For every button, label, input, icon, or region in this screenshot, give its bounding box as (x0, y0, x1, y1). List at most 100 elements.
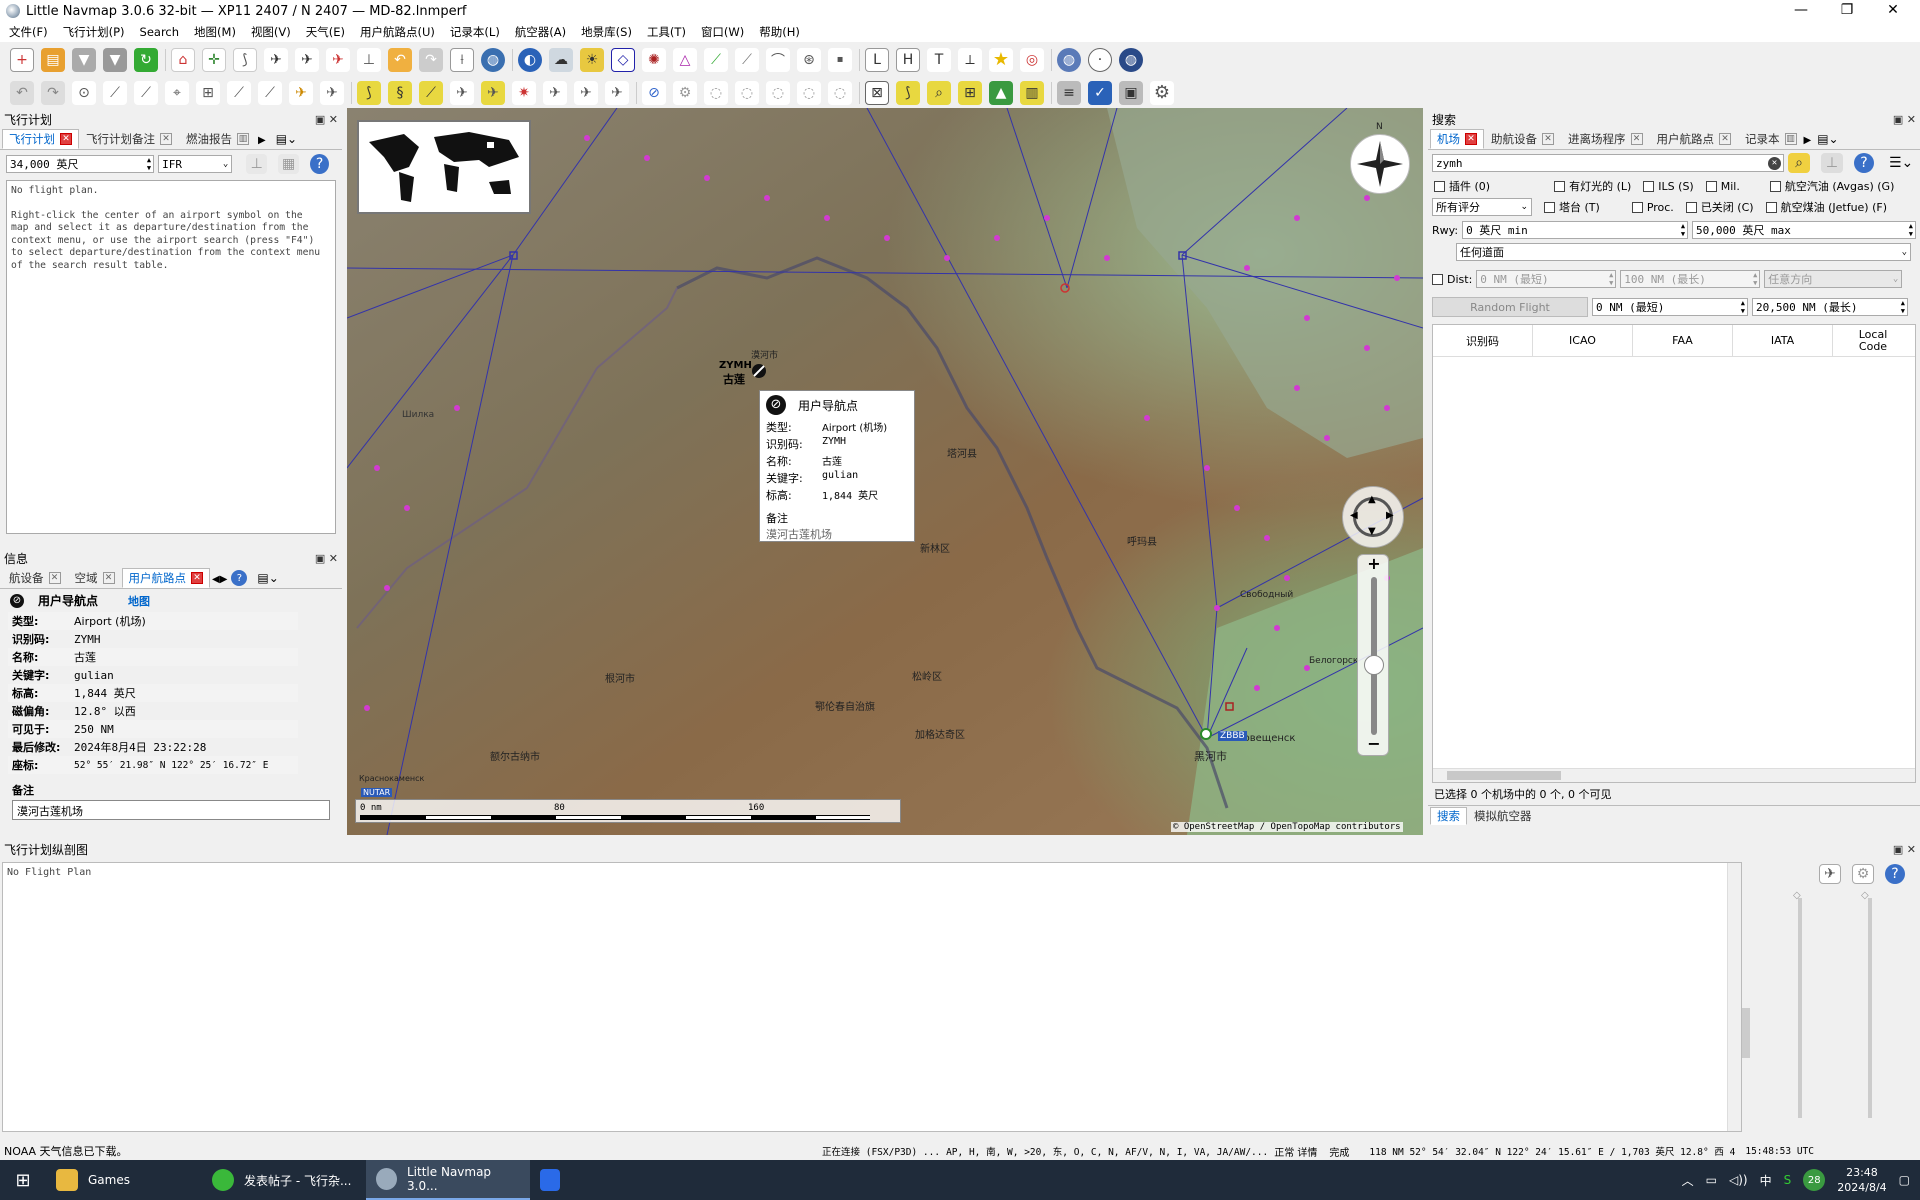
runway-min-input[interactable]: 0 英尺 min ▲ ▼ (1462, 221, 1689, 239)
scrollbar-thumb[interactable] (1447, 771, 1561, 780)
altitude-adjust-icon[interactable]: ⊥ (246, 154, 268, 174)
tab-userpoints[interactable]: 用户航路点 ✕ (121, 568, 210, 588)
random-min-input[interactable]: 0 NM (最短) ▲ ▼ (1592, 298, 1748, 316)
close-icon[interactable]: ✕ (1465, 133, 1477, 145)
vertical-scrollbar[interactable] (1727, 863, 1741, 1131)
splitter-handle[interactable] (1742, 1008, 1750, 1058)
plane-7-icon[interactable]: ✈ (605, 80, 629, 105)
sun-icon[interactable]: ☀ (580, 47, 604, 72)
taskbar-item-browser[interactable]: 发表帖子 - 飞行杂... (202, 1160, 366, 1200)
help-icon[interactable]: ? (1885, 864, 1905, 884)
tab-menu-icon[interactable]: ▤⌄ (276, 132, 297, 146)
altitude-icon[interactable]: ⟂ (958, 47, 982, 72)
tab-flight-plan[interactable]: 飞行计划 ✕ (2, 129, 79, 149)
menu-map[interactable]: 地图(M) (194, 24, 236, 40)
surface-select[interactable]: 任何道面 ⌄ (1456, 243, 1911, 261)
plane-4-icon[interactable]: ✈ (481, 80, 505, 105)
checkbox-box[interactable] (1432, 273, 1443, 285)
windows-start-icon[interactable]: ⊞ (0, 1160, 46, 1200)
route-curve-icon[interactable]: § (388, 80, 412, 105)
circle-a-icon[interactable]: ◌ (704, 80, 728, 105)
tab-menu-icon[interactable]: ▤⌄ (257, 571, 278, 585)
slider-2-handle-icon[interactable]: ◇ (1861, 890, 1869, 901)
volume-icon[interactable]: ◁)) (1729, 1173, 1748, 1187)
low-airway-icon[interactable]: L (865, 47, 889, 72)
tab-scroll-right-icon[interactable]: ▶ (258, 135, 266, 146)
maximize-button[interactable]: ❐ (1824, 0, 1870, 22)
tab-logbook[interactable]: 记录本 ▥ (1738, 129, 1804, 149)
settings-gear-icon[interactable]: ⚙ (1150, 80, 1174, 105)
select-icon[interactable]: ⌖ (165, 80, 189, 105)
tab-scroll-icon[interactable]: ◀▶ (212, 574, 227, 585)
save-icon[interactable]: ▼ (72, 47, 96, 72)
column-header-faa[interactable]: FAA (1633, 325, 1733, 356)
tab-navaids[interactable]: 助航设备 ✕ (1484, 129, 1561, 149)
orbit-icon[interactable]: ⊘ (642, 80, 666, 105)
settings-icon[interactable]: ⚙ (1852, 864, 1874, 884)
menu-file[interactable]: 文件(F) (9, 24, 48, 40)
ils-checkbox[interactable]: ILS (S) (1643, 180, 1694, 193)
favorite-star-icon[interactable]: ★ (989, 47, 1013, 72)
close-icon[interactable]: ✕ (48, 572, 61, 584)
spin-icon[interactable]: ▲ ▼ (1753, 271, 1759, 287)
tab-flight-plan-notes[interactable]: 飞行计划备注 ✕ (79, 129, 179, 149)
circle-e-icon[interactable]: ◌ (828, 80, 852, 105)
weather-icon[interactable]: ☁ (549, 47, 573, 72)
bottom-tab-search[interactable]: 搜索 (1430, 807, 1467, 825)
distance-max-input[interactable]: 100 NM (最长) ▲ ▼ (1620, 270, 1761, 288)
tab-fuel-report[interactable]: 燃油报告 ▥ (179, 129, 256, 149)
circle-b-icon[interactable]: ◌ (735, 80, 759, 105)
checkbox-box[interactable] (1705, 180, 1717, 192)
plane-orange-icon[interactable]: ✈ (289, 80, 313, 105)
procedure-2-icon[interactable]: ▪ (828, 47, 852, 72)
help-icon[interactable]: ? (310, 154, 330, 174)
tab-procedures[interactable]: 进离场程序 ✕ (1561, 129, 1650, 149)
menu-window[interactable]: 窗口(W) (701, 24, 744, 40)
map-label-zymh[interactable]: ZYMH (719, 360, 752, 371)
jetfuel-checkbox[interactable]: 航空煤油 (Jetfue) (F) (1765, 199, 1887, 215)
undo-icon[interactable]: ↶ (10, 80, 34, 105)
close-icon[interactable]: ✕ (1719, 133, 1731, 145)
checkbox-box[interactable] (1434, 180, 1445, 192)
dock-controls[interactable]: ▣ ✕ (315, 113, 338, 126)
compass-rose-icon[interactable]: ✷ (512, 80, 536, 105)
menu-logbook[interactable]: 记录本(L) (450, 24, 500, 40)
high-airway-icon[interactable]: H (896, 47, 920, 72)
close-icon[interactable]: ✕ (191, 572, 203, 584)
tab-userpoints[interactable]: 用户航路点 ✕ (1650, 129, 1739, 149)
map-view[interactable]: ZYMH 古莲 漠河市 塔河县 新林区 呼玛县 松岭区 加格达奇区 根河市 额尔… (347, 108, 1423, 835)
tab-menu-icon[interactable]: ▤⌄ (1817, 132, 1838, 146)
compass-icon[interactable]: ◐ (518, 47, 542, 72)
spin-icon[interactable]: ▲ ▼ (1609, 271, 1615, 287)
close-icon[interactable]: ✕ (102, 572, 115, 584)
reset-icon[interactable]: ⊥ (1821, 153, 1843, 173)
vertical-slider-1[interactable] (1798, 898, 1802, 1118)
clear-search-icon[interactable]: ✕ (1768, 156, 1781, 170)
expand-icon[interactable]: ✈ (1819, 864, 1841, 884)
menu-tools[interactable]: 工具(T) (647, 24, 686, 40)
panel-icon[interactable]: ▥ (1020, 80, 1044, 105)
center-icon[interactable]: ✛ (202, 47, 226, 72)
lighted-checkbox[interactable]: 有灯光的 (L) (1554, 178, 1631, 194)
dock-controls[interactable]: ▣ ✕ (1893, 113, 1916, 126)
column-header-ident[interactable]: 识别码 (1433, 325, 1533, 356)
back-icon[interactable]: ↶ (388, 47, 412, 72)
tray-badge[interactable]: 28 (1803, 1169, 1826, 1191)
zoom-handle[interactable] (1364, 655, 1384, 675)
zoom-in-button[interactable]: + (1366, 556, 1382, 573)
menu-weather[interactable]: 天气(E) (306, 24, 345, 40)
menu-aircraft[interactable]: 航空器(A) (515, 24, 566, 40)
spin-icon[interactable]: ▲ ▼ (1741, 299, 1747, 315)
fit-icon[interactable]: ⊠ (865, 80, 889, 105)
help-icon[interactable]: ? (1854, 153, 1874, 173)
tab-airspace[interactable]: 空域 ✕ (68, 568, 122, 588)
pan-left-icon[interactable]: ◀ (1350, 510, 1358, 521)
search-icon[interactable]: ⌕ (1788, 153, 1810, 173)
magnify-icon[interactable]: ⌕ (927, 80, 951, 105)
checkbox-box[interactable] (1544, 201, 1555, 213)
plane-up-icon[interactable]: ✈ (320, 80, 344, 105)
projection-icon[interactable]: ◍ (1057, 47, 1081, 72)
terrain-icon[interactable]: ▲ (989, 80, 1013, 105)
measure-icon[interactable]: ⟊ (450, 47, 474, 72)
checkbox-box[interactable] (1685, 201, 1697, 213)
